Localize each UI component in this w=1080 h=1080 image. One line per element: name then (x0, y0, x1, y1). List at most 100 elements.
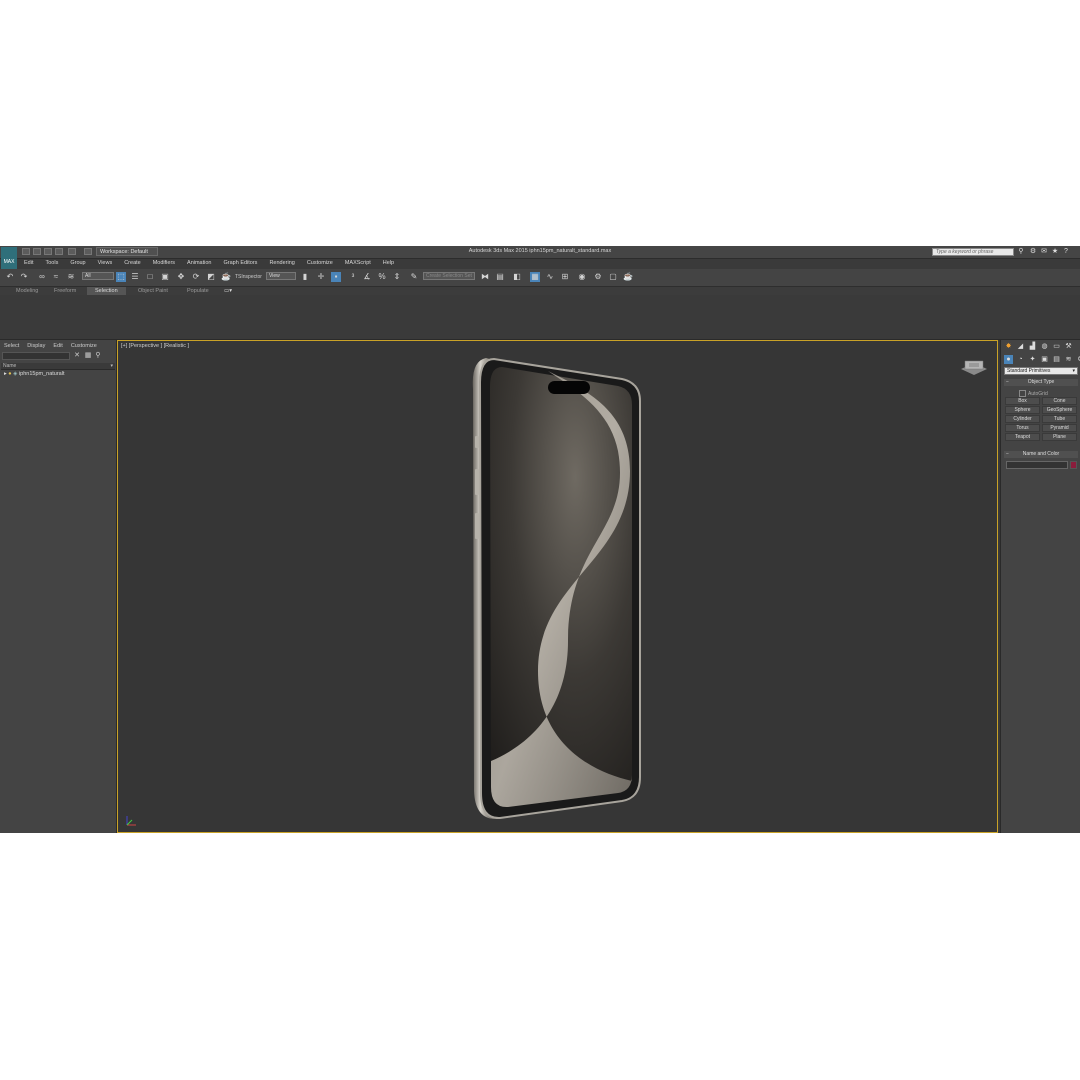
tab-populate[interactable]: Populate (179, 287, 217, 295)
object-name-field[interactable] (1006, 461, 1068, 469)
helpers-icon[interactable]: ▤ (1052, 355, 1061, 364)
move-icon[interactable]: ✥ (176, 272, 186, 282)
undo-icon[interactable]: ↶ (5, 272, 15, 282)
redo-icon[interactable]: ↷ (19, 272, 29, 282)
geometry-icon[interactable]: ● (1004, 355, 1013, 364)
redo-quick-icon[interactable] (68, 248, 76, 255)
teapot-button[interactable]: Teapot (1005, 433, 1040, 441)
communication-center-icon[interactable]: ✉ (1040, 248, 1048, 256)
ribbon-options-icon[interactable]: ▭▾ (216, 287, 240, 295)
explorer-find-icon[interactable]: ⚲ (94, 352, 102, 360)
geosphere-button[interactable]: GeoSphere (1042, 406, 1077, 414)
angle-snap-icon[interactable]: ∡ (362, 272, 372, 282)
bind-space-warp-icon[interactable]: ≋ (66, 272, 76, 282)
menu-help[interactable]: Help (377, 259, 400, 268)
explorer-menu-edit[interactable]: Edit (49, 343, 66, 349)
percent-snap-icon[interactable]: % (377, 272, 387, 282)
select-object-icon[interactable]: ⬚ (116, 272, 126, 282)
create-tab-icon[interactable]: ✸ (1004, 342, 1013, 351)
rendered-frame-window-icon[interactable]: ▢ (608, 272, 618, 282)
cameras-icon[interactable]: ▣ (1040, 355, 1049, 364)
render-production-icon[interactable]: ☕ (623, 272, 633, 282)
teapot-icon[interactable]: ☕ (221, 272, 231, 282)
object-color-swatch[interactable] (1070, 461, 1077, 469)
spinner-snap-icon[interactable]: ⇕ (392, 272, 402, 282)
scale-icon[interactable]: ◩ (206, 272, 216, 282)
pivot-center-icon[interactable]: ▮ (300, 272, 310, 282)
explorer-menu-customize[interactable]: Customize (67, 343, 101, 349)
object-type-rollout[interactable]: − Object Type (1004, 379, 1078, 386)
shapes-icon[interactable]: ◔ (1016, 355, 1025, 364)
layer-manager-icon[interactable]: ◧ (512, 272, 522, 282)
explorer-list-icon[interactable]: ▦ (84, 352, 92, 360)
display-tab-icon[interactable]: ▭ (1052, 342, 1061, 351)
viewcube[interactable] (957, 355, 991, 379)
explorer-menu-display[interactable]: Display (23, 343, 49, 349)
explorer-column-header[interactable]: Name ▾ (1, 363, 115, 370)
bulb-icon[interactable]: ● (8, 371, 11, 377)
tab-object-paint[interactable]: Object Paint (130, 287, 176, 295)
rotate-icon[interactable]: ⟳ (191, 272, 201, 282)
tab-selection[interactable]: Selection (87, 287, 126, 295)
clear-filter-icon[interactable]: ✕ (73, 352, 81, 360)
schematic-view-icon[interactable]: ⊞ (560, 272, 570, 282)
menu-views[interactable]: Views (92, 259, 119, 268)
explorer-menu-select[interactable]: Select (0, 343, 23, 349)
plane-button[interactable]: Plane (1042, 433, 1077, 441)
edit-named-selection-icon[interactable]: ✎ (409, 272, 419, 282)
save-file-icon[interactable] (44, 248, 52, 255)
menu-tools[interactable]: Tools (39, 259, 64, 268)
menu-edit[interactable]: Edit (18, 259, 39, 268)
window-crossing-icon[interactable]: ▣ (160, 272, 170, 282)
tab-freeform[interactable]: Freeform (46, 287, 84, 295)
keyword-search-input[interactable]: Type a keyword or phrase (932, 248, 1014, 256)
primitive-category-dropdown[interactable]: Standard Primitives ▾ (1004, 367, 1078, 375)
perspective-viewport[interactable]: [+] [Perspective ] [Realistic ] (117, 340, 998, 833)
named-selection-set-dropdown[interactable]: Create Selection Set (423, 272, 475, 280)
material-editor-icon[interactable]: ◉ (577, 272, 587, 282)
torus-button[interactable]: Torus (1005, 424, 1040, 432)
snaps-toggle-icon[interactable]: ³ (348, 272, 358, 282)
tab-modeling[interactable]: Modeling (8, 287, 46, 295)
select-by-name-icon[interactable]: ☰ (130, 272, 140, 282)
modify-tab-icon[interactable]: ◢ (1016, 342, 1025, 351)
utilities-tab-icon[interactable]: ⚒ (1064, 342, 1073, 351)
selection-filter-dropdown[interactable]: All (82, 272, 114, 280)
render-setup-icon[interactable]: ⚙ (593, 272, 603, 282)
menu-create[interactable]: Create (118, 259, 147, 268)
search-binoculars-icon[interactable]: ⚲ (1017, 248, 1025, 256)
workspace-dropdown[interactable]: Workspace: Default (96, 247, 158, 256)
menu-modifiers[interactable]: Modifiers (147, 259, 181, 268)
menu-customize[interactable]: Customize (301, 259, 339, 268)
sphere-button[interactable]: Sphere (1005, 406, 1040, 414)
unlink-icon[interactable]: ≈ (51, 272, 61, 282)
select-manipulate-icon[interactable]: ✛ (316, 272, 326, 282)
reference-coordinate-dropdown[interactable]: View (266, 272, 296, 280)
expand-arrow-icon[interactable]: ▸ (4, 371, 7, 377)
new-file-icon[interactable] (22, 248, 30, 255)
lights-icon[interactable]: ✦ (1028, 355, 1037, 364)
hierarchy-tab-icon[interactable]: ▟ (1028, 342, 1037, 351)
curve-editor-icon[interactable]: ∿ (545, 272, 555, 282)
subscription-icon[interactable]: ⚙ (1029, 248, 1037, 256)
list-item[interactable]: ▸ ● ◈ iphn15pm_naturalt (4, 371, 64, 377)
help-icon[interactable]: ? (1062, 248, 1070, 256)
application-button[interactable]: MAX (1, 247, 17, 269)
project-folder-icon[interactable] (84, 248, 92, 255)
graphite-ribbon-icon[interactable]: ▦ (530, 272, 540, 282)
menu-animation[interactable]: Animation (181, 259, 217, 268)
open-file-icon[interactable] (33, 248, 41, 255)
motion-tab-icon[interactable]: ◍ (1040, 342, 1049, 351)
explorer-search-input[interactable] (2, 352, 70, 360)
autogrid-checkbox[interactable]: AutoGrid (1019, 390, 1048, 397)
keyboard-shortcut-override-icon[interactable]: ▪ (331, 272, 341, 282)
menu-graph-editors[interactable]: Graph Editors (218, 259, 264, 268)
menu-maxscript[interactable]: MAXScript (339, 259, 377, 268)
rectangular-region-icon[interactable]: □ (145, 272, 155, 282)
link-icon[interactable]: ∞ (37, 272, 47, 282)
name-color-rollout[interactable]: − Name and Color (1004, 451, 1078, 458)
systems-icon[interactable]: ⚙ (1076, 355, 1080, 364)
mirror-icon[interactable]: ⧓ (480, 272, 490, 282)
tube-button[interactable]: Tube (1042, 415, 1077, 423)
favorites-star-icon[interactable]: ★ (1051, 248, 1059, 256)
